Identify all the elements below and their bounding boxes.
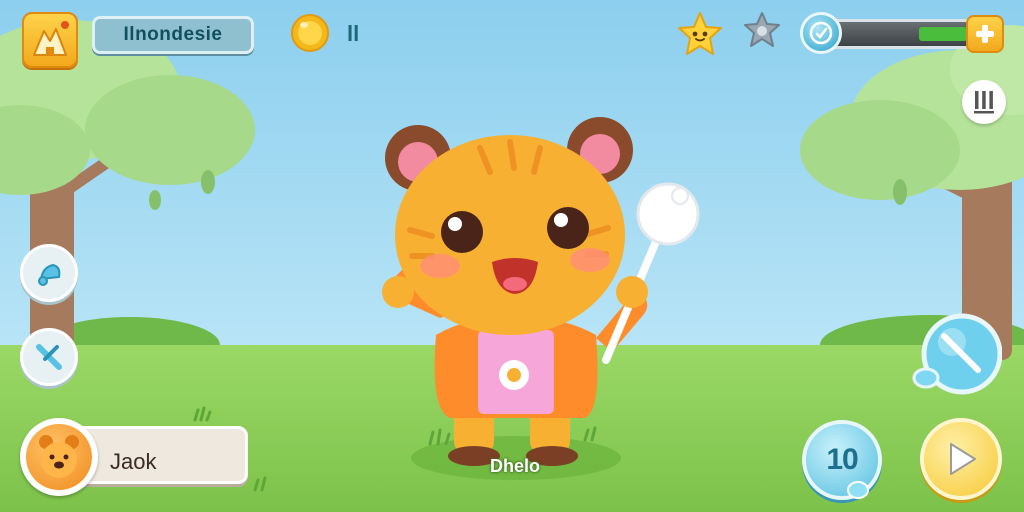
bell-button[interactable] xyxy=(20,244,78,302)
player-tag-field[interactable]: Ilnondesie xyxy=(92,16,254,54)
pause-button[interactable] xyxy=(962,80,1006,124)
gauge-button[interactable] xyxy=(800,12,842,54)
player-card[interactable]: Jaok xyxy=(20,418,250,496)
wand-button[interactable] xyxy=(912,312,1003,398)
play-icon xyxy=(950,443,976,475)
bell-icon xyxy=(38,263,61,286)
progress-bar xyxy=(820,19,980,49)
avatar xyxy=(20,418,98,496)
wand-icon xyxy=(912,313,1003,395)
coin-count: ll xyxy=(347,21,360,46)
pause-icon xyxy=(974,91,994,114)
notification-dot xyxy=(61,21,69,29)
player-name: Jaok xyxy=(110,449,157,474)
home-button[interactable] xyxy=(22,12,78,68)
round-counter-button[interactable]: 10 xyxy=(802,420,882,500)
player-tag-text: Ilnondesie xyxy=(123,24,223,45)
plus-icon xyxy=(976,25,994,43)
round-count: 10 xyxy=(826,443,858,476)
drop-icon xyxy=(847,481,869,499)
play-button[interactable] xyxy=(920,418,1002,500)
bear-avatar-icon xyxy=(26,424,92,490)
character-name-label: Dhelo xyxy=(489,456,540,476)
progress-fill xyxy=(919,27,967,41)
star-face-icon[interactable] xyxy=(676,10,724,58)
add-button[interactable] xyxy=(966,15,1004,53)
progress-widget xyxy=(800,12,1004,56)
gray-star-badge-icon[interactable] xyxy=(742,10,782,50)
gold-coin-icon xyxy=(290,13,330,53)
tool-icon xyxy=(36,344,62,370)
gauge-icon xyxy=(809,21,833,45)
tool-button[interactable] xyxy=(20,328,78,386)
